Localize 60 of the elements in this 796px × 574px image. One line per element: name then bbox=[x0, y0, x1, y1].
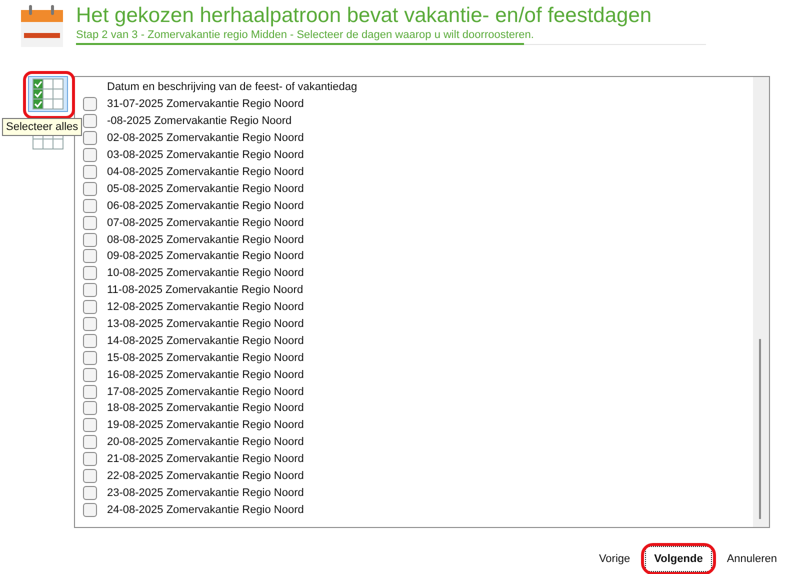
row-checkbox[interactable] bbox=[83, 182, 97, 196]
row-checkbox[interactable] bbox=[83, 165, 97, 179]
dialog-title: Het gekozen herhaalpatroon bevat vakantie- en/of feestdagen bbox=[76, 4, 653, 28]
holiday-label: 19-08-2025 Zomervakantie Regio Noord bbox=[107, 419, 304, 432]
row-checkbox[interactable] bbox=[83, 384, 97, 399]
tooltip: Selecteer alles bbox=[2, 118, 82, 136]
holiday-label: 24-08-2025 Zomervakantie Regio Noord bbox=[107, 504, 304, 516]
holiday-label: 17-08-2025 Zomervakantie Regio Noord bbox=[107, 386, 304, 398]
row-checkbox[interactable] bbox=[83, 502, 97, 517]
row-checkbox[interactable] bbox=[83, 317, 97, 332]
row-checkbox[interactable] bbox=[83, 452, 97, 466]
row-checkbox[interactable] bbox=[83, 435, 97, 450]
scrollbar[interactable] bbox=[753, 77, 769, 527]
holiday-label: 06-08-2025 Zomervakantie Regio Noord bbox=[107, 200, 304, 212]
cancel-button[interactable]: Annuleren bbox=[718, 546, 786, 572]
row-checkbox[interactable] bbox=[83, 486, 97, 500]
select-all-button[interactable] bbox=[28, 76, 68, 112]
row-checkbox[interactable] bbox=[83, 266, 97, 280]
holiday-label: 21-08-2025 Zomervakantie Regio Noord bbox=[107, 453, 304, 466]
holiday-label: 14-08-2025 Zomervakantie Regio Noord bbox=[107, 334, 304, 347]
holiday-label: 07-08-2025 Zomervakantie Regio Noord bbox=[107, 216, 304, 229]
row-checkbox[interactable] bbox=[83, 283, 97, 298]
row-checkbox[interactable] bbox=[83, 198, 97, 213]
holiday-label: 10-08-2025 Zomervakantie Regio Noord bbox=[107, 267, 304, 280]
row-checkbox[interactable] bbox=[83, 368, 97, 382]
row-checkbox[interactable] bbox=[83, 300, 97, 314]
column-header: Datum en beschrijving van de feest- of vakantiedag bbox=[106, 80, 358, 95]
holiday-label: 13-08-2025 Zomervakantie Regio Noord bbox=[107, 318, 304, 330]
holiday-label: 11-08-2025 Zomervakantie Regio Noord bbox=[107, 284, 304, 296]
holiday-label: 12-08-2025 Zomervakantie Regio Noord bbox=[107, 301, 304, 314]
row-checkbox[interactable] bbox=[83, 418, 97, 432]
row-checkbox[interactable] bbox=[83, 97, 97, 112]
holiday-label: 22-08-2025 Zomervakantie Regio Noord bbox=[107, 470, 304, 482]
holiday-label: 09-08-2025 Zomervakantie Regio Noord bbox=[107, 250, 304, 262]
row-checkbox[interactable] bbox=[83, 232, 97, 247]
row-checkbox[interactable] bbox=[83, 249, 97, 264]
row-checkbox[interactable] bbox=[83, 216, 97, 230]
holiday-label: 20-08-2025 Zomervakantie Regio Noord bbox=[107, 436, 304, 448]
holiday-label: 15-08-2025 Zomervakantie Regio Noord bbox=[107, 352, 304, 364]
row-checkbox[interactable] bbox=[83, 401, 97, 416]
holiday-label: 02-08-2025 Zomervakantie Regio Noord bbox=[107, 132, 304, 144]
row-checkbox[interactable] bbox=[83, 148, 97, 162]
holiday-label: 23-08-2025 Zomervakantie Regio Noord bbox=[107, 486, 304, 499]
row-checkbox[interactable] bbox=[83, 350, 97, 365]
holiday-label: 08-08-2025 Zomervakantie Regio Noord bbox=[107, 234, 304, 246]
holiday-label: 05-08-2025 Zomervakantie Regio Noord bbox=[107, 182, 304, 195]
row-checkbox[interactable] bbox=[83, 469, 97, 484]
holiday-label: 03-08-2025 Zomervakantie Regio Noord bbox=[107, 149, 304, 162]
row-checkbox[interactable] bbox=[83, 114, 97, 128]
row-checkbox[interactable] bbox=[83, 334, 97, 348]
checked-grid-icon bbox=[32, 78, 64, 110]
holiday-label: 18-08-2025 Zomervakantie Regio Noord bbox=[107, 402, 304, 414]
holiday-label: 04-08-2025 Zomervakantie Regio Noord bbox=[107, 166, 304, 178]
row-checkbox[interactable] bbox=[83, 131, 97, 146]
holiday-label: -08-2025 Zomervakantie Regio Noord bbox=[107, 115, 292, 128]
holiday-label: 31-07-2025 Zomervakantie Regio Noord bbox=[107, 98, 304, 110]
holiday-label: 16-08-2025 Zomervakantie Regio Noord bbox=[107, 368, 304, 381]
previous-button[interactable]: Vorige bbox=[590, 546, 640, 572]
calendar-icon bbox=[20, 4, 64, 48]
step-subtitle: Stap 2 van 3 - Zomervakantie regio Midden - Selecteer de dagen waarop u wilt doorroosteren. bbox=[76, 28, 535, 42]
